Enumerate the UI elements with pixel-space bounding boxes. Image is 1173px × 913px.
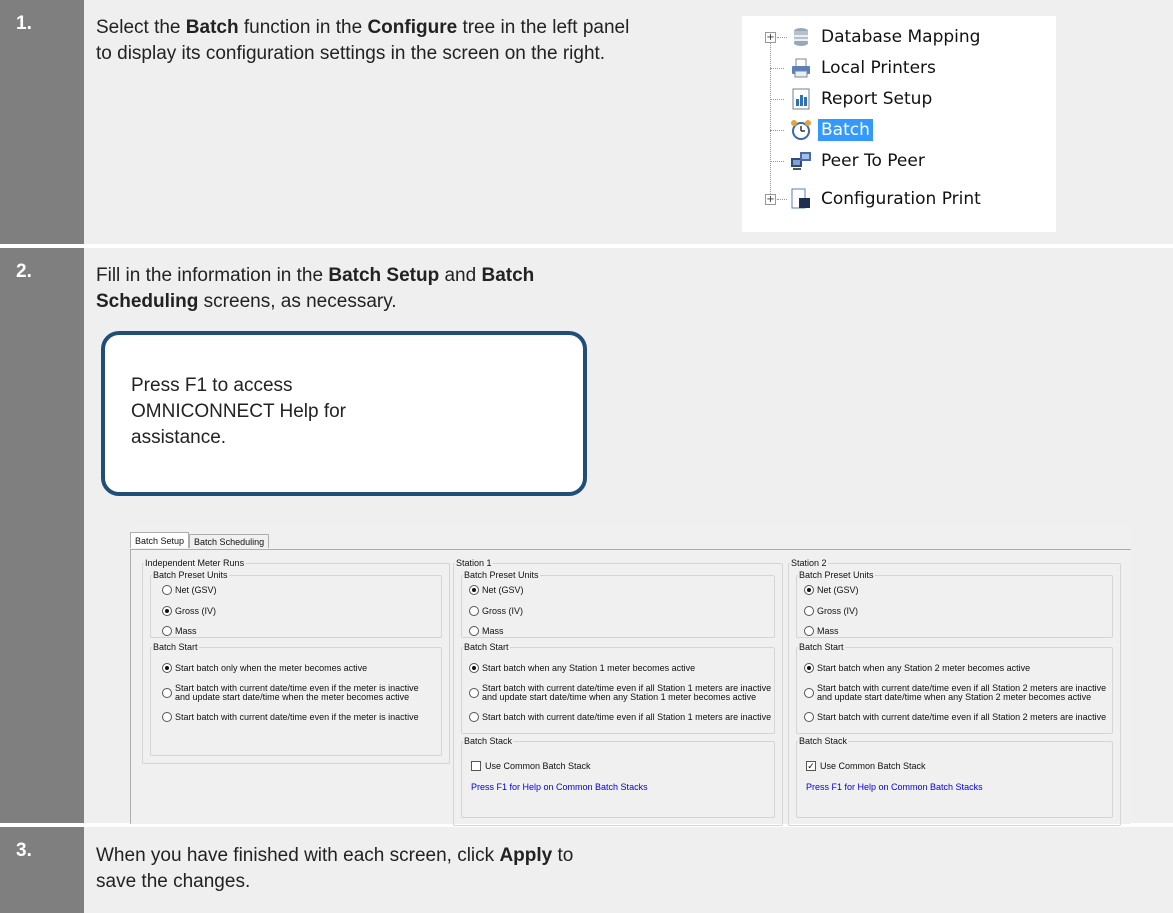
use-common-batch-stack-checkbox[interactable]: ✓ Use Common Batch Stack xyxy=(806,761,926,771)
tree-connector xyxy=(777,37,787,38)
radio-button[interactable] xyxy=(162,688,172,698)
radio-gross-iv[interactable]: Gross (IV) xyxy=(469,606,523,616)
radio-button[interactable] xyxy=(469,688,479,698)
radio-gross-iv[interactable]: Gross (IV) xyxy=(162,606,216,616)
step-number: 3. xyxy=(0,827,84,913)
tree-connector xyxy=(770,130,784,131)
tab-batch-scheduling[interactable]: Batch Scheduling xyxy=(189,534,270,548)
tree-item-configuration-print[interactable]: Configuration Print xyxy=(789,184,984,214)
radio-mass[interactable]: Mass xyxy=(804,626,839,636)
group-title: Batch Stack xyxy=(799,736,848,746)
radio-start-batch-option[interactable]: Start batch only when the meter becomes … xyxy=(162,663,367,673)
tree-connector xyxy=(770,38,771,202)
group-title: Batch Start xyxy=(464,642,509,652)
step-1: 1. Select the Batch function in the Conf… xyxy=(0,0,1173,244)
tree-connector xyxy=(770,68,784,69)
tab-strip: Batch Setup Batch Scheduling xyxy=(130,532,270,549)
group-title: Batch Start xyxy=(153,642,198,652)
callout-text: Press F1 to access OMNICONNECT Help for … xyxy=(131,375,347,448)
database-icon xyxy=(789,25,813,49)
tab-batch-setup[interactable]: Batch Setup xyxy=(130,532,190,548)
radio-button[interactable] xyxy=(804,585,814,595)
radio-button[interactable] xyxy=(469,585,479,595)
radio-button[interactable] xyxy=(804,663,814,673)
group-title: Batch Stack xyxy=(464,736,513,746)
radio-net-gsv[interactable]: Net (GSV) xyxy=(162,585,217,595)
tree-item-batch[interactable]: Batch xyxy=(789,115,873,145)
radio-button[interactable] xyxy=(469,663,479,673)
help-callout: Press F1 to access OMNICONNECT Help for … xyxy=(101,331,587,496)
use-common-batch-stack-checkbox[interactable]: Use Common Batch Stack xyxy=(471,761,591,771)
group-title: Station 2 xyxy=(791,558,827,568)
printer-icon xyxy=(789,56,813,80)
radio-mass[interactable]: Mass xyxy=(162,626,197,636)
radio-button[interactable] xyxy=(469,712,479,722)
batch-stack-group: Batch Stack xyxy=(796,736,1113,818)
radio-start-batch-option[interactable]: Start batch with current date/time even … xyxy=(804,712,1106,722)
batch-preset-units-group: Batch Preset Units xyxy=(461,570,775,638)
tree-item-database-mapping[interactable]: Database Mapping xyxy=(789,22,983,52)
radio-button[interactable] xyxy=(162,606,172,616)
radio-start-batch-option[interactable]: Start batch when any Station 1 meter bec… xyxy=(469,663,695,673)
batch-setup-dialog: Batch Setup Batch Scheduling Independent… xyxy=(130,524,1131,826)
tree-item-peer-to-peer[interactable]: Peer To Peer xyxy=(789,146,928,176)
tab-body-edge xyxy=(130,549,131,824)
document-print-icon xyxy=(789,187,813,211)
step-number: 1. xyxy=(0,0,84,244)
alarm-clock-icon xyxy=(789,118,813,142)
batch-preset-units-group: Batch Preset Units xyxy=(796,570,1113,638)
tree-connector xyxy=(770,161,784,162)
tree-connector xyxy=(770,99,784,100)
report-icon xyxy=(789,87,813,111)
radio-net-gsv[interactable]: Net (GSV) xyxy=(469,585,524,595)
step-instruction: Fill in the information in the Batch Set… xyxy=(96,265,535,312)
radio-gross-iv[interactable]: Gross (IV) xyxy=(804,606,858,616)
radio-button[interactable] xyxy=(804,712,814,722)
radio-button[interactable] xyxy=(162,626,172,636)
radio-button[interactable] xyxy=(804,606,814,616)
batch-stack-group: Batch Stack xyxy=(461,736,775,818)
radio-start-batch-option[interactable]: Start batch with current date/time even … xyxy=(469,712,771,722)
tree-item-report-setup[interactable]: Report Setup xyxy=(789,84,935,114)
radio-start-batch-option[interactable]: Start batch with current date/time even … xyxy=(162,712,419,722)
expand-toggle[interactable]: + xyxy=(765,194,776,205)
radio-net-gsv[interactable]: Net (GSV) xyxy=(804,585,859,595)
radio-button[interactable] xyxy=(469,606,479,616)
radio-button[interactable] xyxy=(804,688,814,698)
checkbox[interactable] xyxy=(471,761,481,771)
step-instruction: When you have finished with each screen,… xyxy=(96,845,574,892)
expand-toggle[interactable]: + xyxy=(765,32,776,43)
tab-divider xyxy=(130,549,1131,550)
group-title: Batch Preset Units xyxy=(464,570,539,580)
group-title: Batch Preset Units xyxy=(799,570,874,580)
group-title: Batch Preset Units xyxy=(153,570,228,580)
group-title: Station 1 xyxy=(456,558,492,568)
group-title: Batch Start xyxy=(799,642,844,652)
help-link[interactable]: Press F1 for Help on Common Batch Stacks xyxy=(806,782,983,792)
radio-button[interactable] xyxy=(469,626,479,636)
radio-start-batch-option[interactable]: Start batch when any Station 2 meter bec… xyxy=(804,663,1030,673)
tree-item-local-printers[interactable]: Local Printers xyxy=(789,53,939,83)
step-number: 2. xyxy=(0,248,84,823)
group-title: Independent Meter Runs xyxy=(145,558,245,568)
radio-button[interactable] xyxy=(162,712,172,722)
radio-start-batch-option[interactable]: Start batch with current date/time even … xyxy=(804,684,1106,702)
radio-button[interactable] xyxy=(162,663,172,673)
tree-connector xyxy=(777,199,787,200)
network-computers-icon xyxy=(789,149,813,173)
step-2: 2. Fill in the information in the Batch … xyxy=(0,248,1173,826)
radio-button[interactable] xyxy=(162,585,172,595)
checkbox[interactable]: ✓ xyxy=(806,761,816,771)
radio-start-batch-option[interactable]: Start batch with current date/time even … xyxy=(162,684,419,702)
radio-start-batch-option[interactable]: Start batch with current date/time even … xyxy=(469,684,771,702)
step-3: 3. When you have finished with each scre… xyxy=(0,827,1173,913)
configure-tree: + Database Mapping Local Printers Report… xyxy=(742,16,1056,232)
radio-mass[interactable]: Mass xyxy=(469,626,504,636)
radio-button[interactable] xyxy=(804,626,814,636)
help-link[interactable]: Press F1 for Help on Common Batch Stacks xyxy=(471,782,648,792)
step-instruction: Select the Batch function in the Configu… xyxy=(96,17,630,64)
